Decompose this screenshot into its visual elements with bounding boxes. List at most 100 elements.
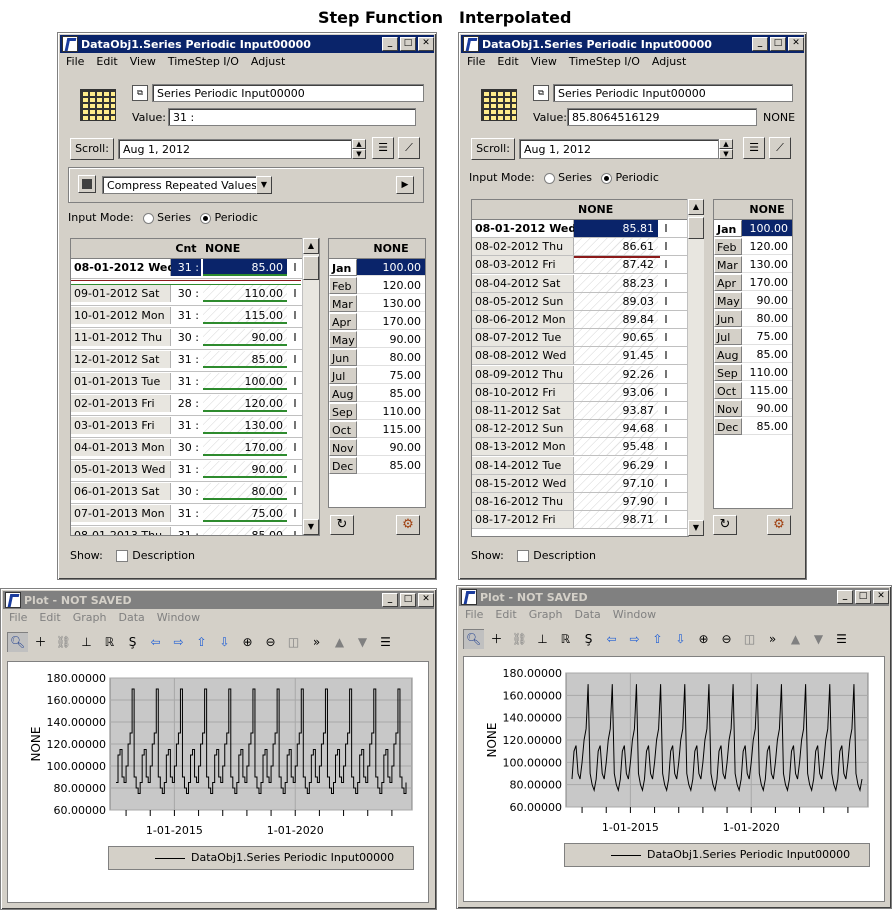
table-row[interactable]: 11-01-2012 Thu 30 : 90.00 I bbox=[71, 329, 319, 350]
date-spin-down[interactable]: ▼ bbox=[352, 149, 366, 159]
table-row[interactable]: 12-01-2012 Sat 31 : 85.00 I bbox=[71, 351, 319, 372]
value-field[interactable]: 85.8064516129 bbox=[567, 108, 757, 126]
row-value[interactable]: 93.06 bbox=[574, 383, 658, 401]
list-view-icon[interactable]: ☰ bbox=[743, 137, 765, 159]
periodic-none-header[interactable]: NONE bbox=[357, 239, 425, 259]
series-name-field[interactable]: Series Periodic Input00000 bbox=[152, 84, 424, 102]
table-row[interactable]: 02-01-2013 Fri 28 : 120.00 I bbox=[71, 395, 319, 416]
gear-icon[interactable]: ⚙ bbox=[396, 515, 420, 535]
series-radio[interactable] bbox=[544, 172, 556, 184]
month-value[interactable]: 100.00 bbox=[742, 220, 792, 237]
scroll-down-arrow[interactable]: ▼ bbox=[688, 520, 704, 536]
arrow-right-icon[interactable]: ⇨ bbox=[624, 629, 645, 649]
menu-file[interactable]: File bbox=[465, 608, 483, 624]
zoom-out-icon[interactable]: ⊖ bbox=[260, 632, 281, 652]
month-row[interactable]: Jul 75.00 bbox=[329, 367, 425, 385]
table-row[interactable]: 08-09-2012 Thu 92.26 I bbox=[472, 365, 688, 384]
month-value[interactable]: 85.00 bbox=[357, 457, 425, 474]
row-value[interactable]: 91.45 bbox=[574, 347, 658, 365]
month-value[interactable]: 110.00 bbox=[742, 364, 792, 381]
zoom-search-icon[interactable]: 🔍︎ bbox=[463, 629, 484, 649]
month-row[interactable]: Oct 115.00 bbox=[714, 382, 792, 400]
periodic-radio[interactable] bbox=[601, 172, 613, 184]
row-value[interactable]: 96.29 bbox=[574, 456, 658, 474]
month-row[interactable]: Apr 170.00 bbox=[329, 313, 425, 331]
maximize-button[interactable]: □ bbox=[855, 590, 871, 604]
scroll-up-arrow[interactable]: ▲ bbox=[688, 199, 704, 215]
right-titlebar[interactable]: DataObj1.Series Periodic Input00000 _ □ … bbox=[461, 35, 804, 53]
scroll-button[interactable]: Scroll: bbox=[70, 138, 114, 160]
close-button[interactable]: ✕ bbox=[873, 590, 889, 604]
table-row[interactable]: 08-05-2012 Sun 89.03 I bbox=[472, 292, 688, 311]
row-value[interactable]: 89.84 bbox=[574, 311, 658, 328]
date-spin-up[interactable]: ▲ bbox=[719, 139, 733, 149]
split-icon[interactable]: ◫ bbox=[739, 629, 760, 649]
row-value[interactable]: 90.65 bbox=[574, 329, 658, 347]
axis-icon[interactable]: ⊥ bbox=[532, 629, 553, 649]
axis-icon[interactable]: ⊥ bbox=[76, 632, 97, 652]
axis-s-icon[interactable]: Ş bbox=[122, 632, 143, 652]
month-value[interactable]: 90.00 bbox=[742, 292, 792, 309]
month-value[interactable]: 115.00 bbox=[357, 421, 425, 438]
table-row[interactable]: 08-16-2012 Thu 97.90 I bbox=[472, 493, 688, 511]
arrow-left-icon[interactable]: ⇦ bbox=[145, 632, 166, 652]
table-row[interactable]: 08-04-2012 Sat 88.23 I bbox=[472, 274, 688, 293]
month-value[interactable]: 170.00 bbox=[742, 274, 792, 291]
month-value[interactable]: 120.00 bbox=[742, 238, 792, 255]
month-row[interactable]: Mar 130.00 bbox=[714, 256, 792, 274]
split-icon[interactable]: ◫ bbox=[283, 632, 304, 652]
menu-edit[interactable]: Edit bbox=[497, 55, 518, 71]
menu-graph[interactable]: Graph bbox=[73, 611, 107, 627]
month-row[interactable]: Mar 130.00 bbox=[329, 295, 425, 313]
month-value[interactable]: 115.00 bbox=[742, 382, 792, 399]
minimize-button[interactable]: _ bbox=[752, 37, 768, 51]
month-value[interactable]: 130.00 bbox=[357, 295, 425, 312]
table-row[interactable]: 04-01-2013 Mon 30 : 170.00 I bbox=[71, 439, 319, 460]
menu-graph[interactable]: Graph bbox=[529, 608, 563, 624]
crosshair-icon[interactable]: ＋ bbox=[486, 629, 507, 649]
compress-toggle-icon[interactable] bbox=[78, 175, 96, 193]
month-row[interactable]: Sep 110.00 bbox=[714, 364, 792, 382]
axis-s-icon[interactable]: Ş bbox=[578, 629, 599, 649]
close-button[interactable]: ✕ bbox=[418, 593, 434, 607]
plot-legend[interactable]: DataObj1.Series Periodic Input00000 bbox=[108, 846, 414, 870]
maximize-button[interactable]: □ bbox=[400, 37, 416, 51]
table-row[interactable]: 08-01-2012 Wed 31 :85.00 I bbox=[71, 259, 319, 279]
date-spin-down[interactable]: ▼ bbox=[719, 149, 733, 159]
month-value[interactable]: 85.00 bbox=[742, 346, 792, 363]
left-table-scrollbar[interactable]: ▲ ▼ bbox=[302, 238, 319, 535]
month-value[interactable]: 90.00 bbox=[357, 331, 425, 348]
menu-timestep-io[interactable]: TimeStep I/O bbox=[168, 55, 239, 71]
menu-adjust[interactable]: Adjust bbox=[251, 55, 285, 71]
axis-r-icon[interactable]: ℝ bbox=[99, 632, 120, 652]
month-value[interactable]: 85.00 bbox=[742, 418, 792, 435]
month-row[interactable]: Feb 120.00 bbox=[714, 238, 792, 256]
month-value[interactable]: 110.00 bbox=[357, 403, 425, 420]
plot-icon[interactable]: ⟋ bbox=[398, 137, 420, 159]
row-value[interactable]: 90.00 bbox=[203, 461, 287, 478]
month-row[interactable]: Jul 75.00 bbox=[714, 328, 792, 346]
scroll-up-arrow[interactable]: ▲ bbox=[303, 238, 319, 254]
zoom-search-icon[interactable]: 🔍︎ bbox=[7, 632, 28, 652]
menu-timestep-io[interactable]: TimeStep I/O bbox=[569, 55, 640, 71]
row-value[interactable]: 88.23 bbox=[574, 274, 658, 292]
table-row[interactable]: 08-12-2012 Sun 94.68 I bbox=[472, 420, 688, 439]
row-value[interactable]: 89.03 bbox=[574, 292, 658, 310]
month-value[interactable]: 170.00 bbox=[357, 313, 425, 330]
row-value[interactable]: 93.87 bbox=[574, 402, 658, 419]
row-value[interactable]: 110.00 bbox=[203, 285, 287, 302]
plot-legend[interactable]: DataObj1.Series Periodic Input00000 bbox=[564, 843, 870, 867]
row-value[interactable]: 170.00 bbox=[203, 439, 287, 456]
month-value[interactable]: 75.00 bbox=[357, 367, 425, 384]
table-row[interactable]: 08-17-2012 Fri 98.71 I bbox=[472, 511, 688, 530]
table-row[interactable]: 09-01-2012 Sat 30 : 110.00 I bbox=[71, 285, 319, 306]
table-row[interactable]: 08-06-2012 Mon 89.84 I bbox=[472, 311, 688, 329]
month-value[interactable]: 85.00 bbox=[357, 385, 425, 402]
table-row[interactable]: 06-01-2013 Sat 30 : 80.00 I bbox=[71, 483, 319, 504]
row-value[interactable]: 90.00 bbox=[203, 329, 287, 346]
plot-icon[interactable]: ⟋ bbox=[769, 137, 791, 159]
menu-data[interactable]: Data bbox=[118, 611, 144, 627]
cnt-column-header[interactable]: Cnt bbox=[171, 239, 201, 259]
scroll-thumb[interactable] bbox=[688, 217, 704, 239]
table-row[interactable]: 08-13-2012 Mon 95.48 I bbox=[472, 438, 688, 457]
